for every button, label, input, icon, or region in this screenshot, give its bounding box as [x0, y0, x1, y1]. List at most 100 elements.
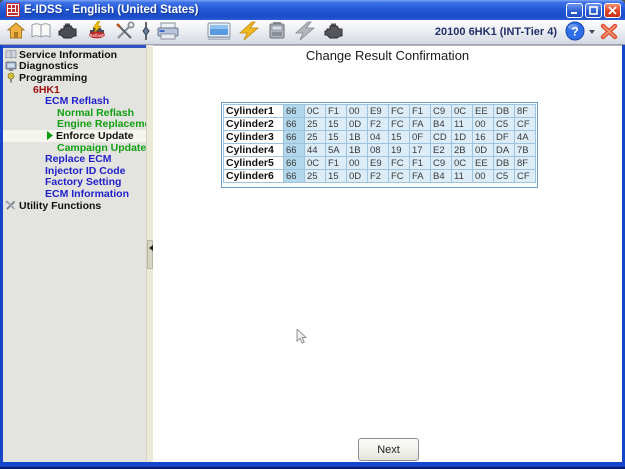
hex-value-cell: 11: [452, 118, 473, 131]
tree-item-label: ECM Information: [45, 188, 129, 200]
hex-value-cell: CD: [431, 131, 452, 144]
hex-value-cell: C5: [494, 170, 515, 183]
result-table-frame: Cylinder1660CF100E9FCF1C90CEEDB8FCylinde…: [221, 102, 538, 188]
hex-value-cell: DA: [494, 144, 515, 157]
home-button[interactable]: [4, 20, 28, 45]
tools-icon: [114, 21, 136, 44]
hex-value-cell: 8F: [515, 157, 536, 170]
hex-value-cell: DB: [494, 157, 515, 170]
recorder-device-icon: [266, 21, 288, 44]
cylinder-label: Cylinder4: [224, 144, 284, 157]
engine-icon: [322, 21, 346, 44]
sidebar-splitter[interactable]: [146, 45, 153, 462]
svg-text:?: ?: [571, 24, 578, 38]
tree-item-label: Service Information: [19, 49, 117, 61]
tree-item-programming[interactable]: Programming: [3, 72, 146, 84]
hex-value-cell: 11: [452, 170, 473, 183]
monitor-button[interactable]: [204, 20, 234, 45]
hex-value-cell: FA: [410, 170, 431, 183]
utility-tools-button[interactable]: [112, 20, 138, 45]
flash-active-button[interactable]: [234, 20, 264, 45]
hex-value-cell: 44: [305, 144, 326, 157]
tree-item-normal-reflash[interactable]: Normal Reflash: [3, 107, 146, 119]
hex-value-cell: 66: [284, 105, 305, 118]
hex-value-cell: 0C: [305, 105, 326, 118]
help-dropdown-icon[interactable]: [589, 30, 595, 34]
hex-value-cell: F1: [326, 157, 347, 170]
tree-item-diagnostics[interactable]: Diagnostics: [3, 61, 146, 73]
programming-button[interactable]: Reflash: [82, 20, 112, 45]
tree-item-utility-functions[interactable]: Utility Functions: [3, 200, 146, 212]
window-body: Service InformationDiagnosticsProgrammin…: [3, 45, 622, 462]
tree-item-engine-replacement[interactable]: Engine Replacement: [3, 119, 146, 131]
tree-item-campaign-update[interactable]: Campaign Update: [3, 142, 146, 154]
tree-item-replace-ecm[interactable]: Replace ECM: [3, 153, 146, 165]
tree-item-injector-id-code[interactable]: Injector ID Code: [3, 165, 146, 177]
diagnostics-button[interactable]: [54, 20, 82, 45]
tree-item-label: Utility Functions: [19, 200, 101, 212]
minimize-button[interactable]: [566, 3, 583, 18]
disconnect-button[interactable]: [597, 20, 621, 45]
titlebar: E-IDSS - English (United States): [0, 0, 625, 20]
help-button[interactable]: ?: [563, 20, 587, 45]
hex-value-cell: 16: [473, 131, 494, 144]
tree-item-factory-setting[interactable]: Factory Setting: [3, 177, 146, 189]
flash-inactive-button[interactable]: [290, 20, 320, 45]
engine-info-button[interactable]: [320, 20, 348, 45]
window-title: E-IDSS - English (United States): [24, 4, 566, 16]
close-button[interactable]: [604, 3, 621, 18]
hex-value-cell: F2: [368, 118, 389, 131]
utility-icon: [5, 200, 17, 211]
hex-value-cell: B4: [431, 118, 452, 131]
hex-value-cell: 25: [305, 118, 326, 131]
toolbar: Reflash 20100 6HK1 (INT-Tier 4): [0, 20, 625, 45]
hex-value-cell: DB: [494, 105, 515, 118]
cylinder-label: Cylinder1: [224, 105, 284, 118]
hex-value-cell: 8F: [515, 105, 536, 118]
tree-item-enforce-update[interactable]: Enforce Update: [3, 130, 146, 142]
table-row: Cylinder5660CF100E9FCF1C90CEEDB8F: [224, 157, 536, 170]
hex-value-cell: 0F: [410, 131, 431, 144]
programming-icon: [5, 72, 17, 83]
cylinder-label: Cylinder2: [224, 118, 284, 131]
hex-value-cell: 66: [284, 157, 305, 170]
table-row: Cylinder66625150DF2FCFAB41100C5CF: [224, 170, 536, 183]
svg-text:Reflash: Reflash: [90, 32, 105, 37]
tree-item-6hk1[interactable]: 6HK1: [3, 84, 146, 96]
hex-value-cell: 0D: [347, 170, 368, 183]
connector-icon: [140, 21, 152, 44]
tree-item-label: Programming: [19, 72, 87, 84]
hex-value-cell: 00: [473, 170, 494, 183]
hex-value-cell: 15: [326, 131, 347, 144]
hex-value-cell: 04: [368, 131, 389, 144]
hex-value-cell: 0C: [452, 157, 473, 170]
tree-item-ecm-reflash[interactable]: ECM Reflash: [3, 95, 146, 107]
maximize-button[interactable]: [585, 3, 602, 18]
tree-item-label: Campaign Update: [57, 142, 146, 154]
table-row: Cylinder26625150DF2FCFAB41100C5CF: [224, 118, 536, 131]
hex-value-cell: C5: [494, 118, 515, 131]
hex-value-cell: B4: [431, 170, 452, 183]
tree-item-label: Factory Setting: [45, 176, 121, 188]
cylinder-label: Cylinder6: [224, 170, 284, 183]
connector-button[interactable]: [138, 20, 154, 45]
hex-value-cell: 00: [347, 157, 368, 170]
hex-value-cell: FC: [389, 170, 410, 183]
tree-item-service-information[interactable]: Service Information: [3, 49, 146, 61]
tree-item-label: Normal Reflash: [57, 107, 134, 119]
print-button[interactable]: [154, 20, 182, 45]
hex-value-cell: 15: [389, 131, 410, 144]
service-information-button[interactable]: [28, 20, 54, 45]
reflash-engine-icon: Reflash: [84, 21, 110, 44]
engine-icon: [56, 21, 80, 44]
tree-item-ecm-information[interactable]: ECM Information: [3, 188, 146, 200]
recorder-button[interactable]: [264, 20, 290, 45]
hex-value-cell: FC: [389, 105, 410, 118]
hex-value-cell: 17: [410, 144, 431, 157]
hex-value-cell: EE: [473, 105, 494, 118]
next-button[interactable]: Next: [358, 438, 419, 461]
hex-value-cell: E9: [368, 105, 389, 118]
hex-value-cell: 25: [305, 131, 326, 144]
tree-item-label: Enforce Update: [56, 130, 134, 142]
hex-value-cell: 00: [347, 105, 368, 118]
